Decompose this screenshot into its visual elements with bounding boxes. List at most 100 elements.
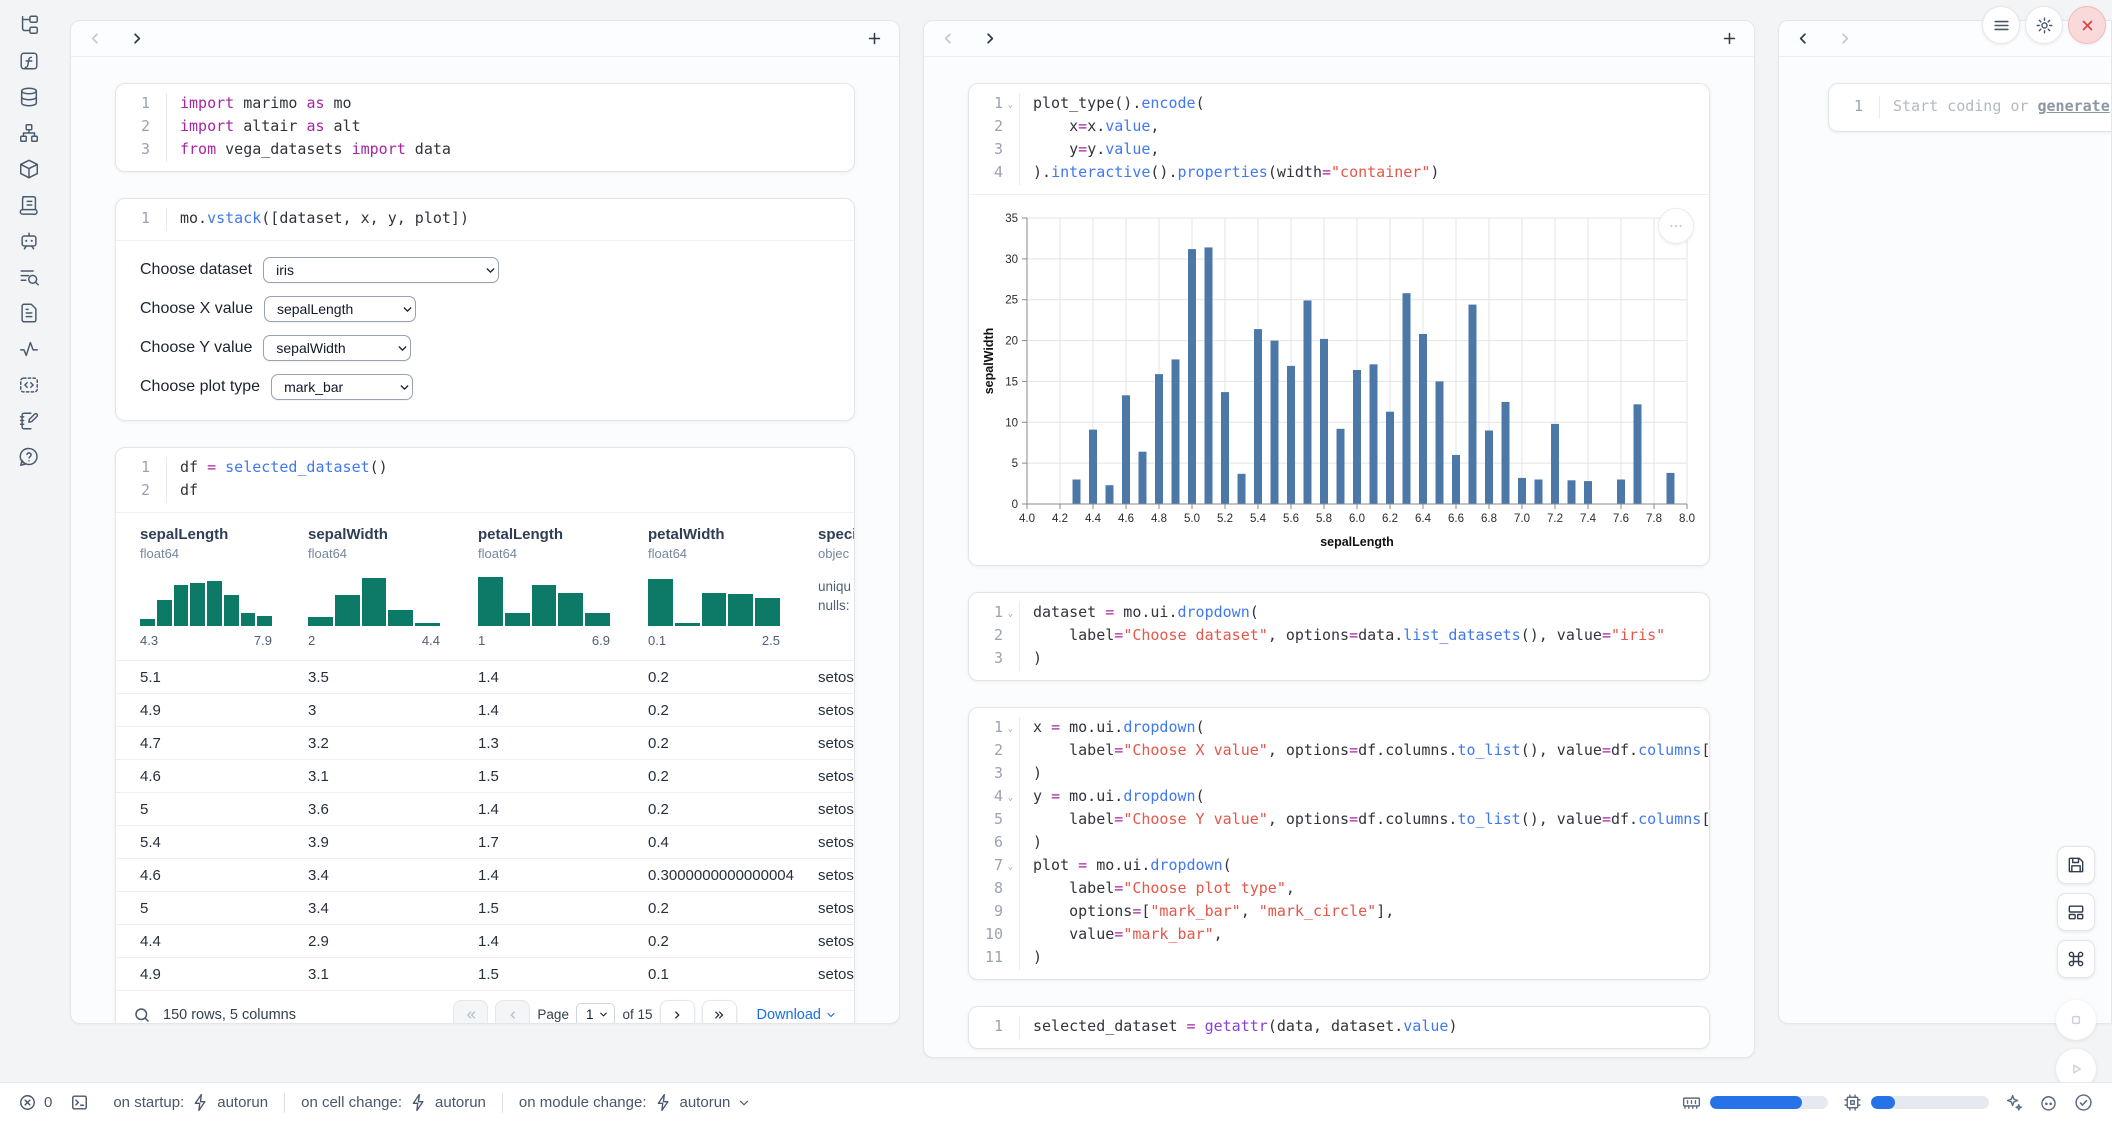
- code-editor[interactable]: 1⌄selected_dataset = getattr(data, datas…: [969, 1007, 1709, 1048]
- terminal-button[interactable]: [70, 1093, 89, 1112]
- assistant-icon[interactable]: [2038, 1092, 2059, 1113]
- page-range-label: of 15: [622, 1007, 652, 1022]
- column-header[interactable]: petalWidthfloat640.12.5: [648, 526, 818, 648]
- bar: [1568, 480, 1576, 504]
- search-icon[interactable]: [133, 1006, 151, 1024]
- column-header[interactable]: speciobjecuniqunulls:: [818, 526, 854, 648]
- line-number: 1⌄: [116, 457, 166, 480]
- choose-dataset-select[interactable]: iris: [263, 257, 499, 283]
- package-icon[interactable]: [18, 158, 40, 180]
- code-editor[interactable]: 1⌄import marimo as mo2⌄import altair as …: [116, 84, 854, 171]
- code-line: 3⌄): [969, 763, 1709, 786]
- chat-bot-icon[interactable]: [18, 230, 40, 252]
- fold-chevron-icon[interactable]: ⌄: [1003, 719, 1013, 740]
- bar: [1221, 392, 1229, 504]
- download-button[interactable]: Download: [757, 1007, 838, 1023]
- choose-plot-type-select[interactable]: mark_bar: [271, 374, 413, 400]
- column-header[interactable]: sepalWidthfloat6424.4: [308, 526, 478, 648]
- next-page-button[interactable]: [660, 1000, 695, 1024]
- table-cell: 0.2: [648, 768, 818, 785]
- fold-chevron-icon[interactable]: ⌄: [1003, 857, 1013, 878]
- chevron-left-icon[interactable]: [1795, 30, 1812, 47]
- fold-chevron-icon[interactable]: ⌄: [1003, 95, 1013, 116]
- fold-chevron-icon[interactable]: ⌄: [1003, 788, 1013, 809]
- add-cell-icon[interactable]: [866, 30, 883, 47]
- table-cell: 1.3: [478, 735, 648, 752]
- svg-text:6.4: 6.4: [1415, 513, 1432, 525]
- choose-y-value-select[interactable]: sepalWidth: [263, 335, 411, 361]
- svg-text:4.6: 4.6: [1118, 513, 1134, 525]
- selected-value: sepalWidth: [276, 340, 345, 356]
- stop-button[interactable]: [2056, 1000, 2096, 1040]
- terminal-icon: [70, 1093, 89, 1112]
- table-cell: 0.2: [648, 801, 818, 818]
- column-type: float64: [308, 546, 478, 561]
- on-startup-mode[interactable]: on startup: autorun: [113, 1093, 268, 1112]
- add-cell-icon[interactable]: [1721, 30, 1738, 47]
- errors-indicator[interactable]: 0: [18, 1093, 52, 1112]
- ram-usage: [1681, 1092, 1828, 1113]
- code-line: 1⌄dataset = mo.ui.dropdown(: [969, 602, 1709, 625]
- page-select[interactable]: 1: [576, 1003, 616, 1024]
- code-editor[interactable]: 1⌄mo.vstack([dataset, x, y, plot]): [116, 199, 854, 240]
- svg-text:6.2: 6.2: [1382, 513, 1398, 525]
- sitemap-icon[interactable]: [18, 122, 40, 144]
- column-header[interactable]: petalLengthfloat6416.9: [478, 526, 648, 648]
- scroll-icon[interactable]: [18, 194, 40, 216]
- save-button[interactable]: [2057, 846, 2095, 884]
- histogram-bar: [241, 613, 256, 626]
- menu-button[interactable]: [1982, 6, 2020, 44]
- chevron-down-icon: [388, 342, 401, 355]
- list-search-icon[interactable]: [18, 266, 40, 288]
- code-line: 2⌄ label="Choose dataset", options=data.…: [969, 625, 1709, 648]
- table-cell: 1.5: [478, 900, 648, 917]
- settings-button[interactable]: [2025, 6, 2063, 44]
- chevron-right-icon[interactable]: [1836, 30, 1853, 47]
- bar: [1667, 473, 1675, 504]
- histogram-range: 24.4: [308, 633, 440, 648]
- code-editor[interactable]: 1⌄x = mo.ui.dropdown(2⌄ label="Choose X …: [969, 708, 1709, 979]
- connection-status-icon[interactable]: [2073, 1092, 2094, 1113]
- column-header[interactable]: sepalLengthfloat644.37.9: [140, 526, 308, 648]
- on-cell-change-mode[interactable]: on cell change: autorun: [301, 1093, 486, 1112]
- chevron-right-icon[interactable]: [981, 30, 998, 47]
- prev-page-button[interactable]: [495, 1000, 530, 1024]
- close-panel-button[interactable]: [2068, 6, 2106, 44]
- chevron-left-icon[interactable]: [940, 30, 957, 47]
- code-editor[interactable]: 1⌄plot_type().encode(2⌄ x=x.value,3⌄ y=y…: [969, 84, 1709, 194]
- chart-menu-button[interactable]: [1658, 208, 1694, 244]
- notebook-pen-icon[interactable]: [18, 410, 40, 432]
- cpu-usage: [1842, 1092, 1989, 1113]
- layout-button[interactable]: [2057, 893, 2095, 931]
- on-module-change-mode[interactable]: on module change: autorun: [519, 1093, 751, 1112]
- bar: [1617, 480, 1625, 505]
- activity-icon[interactable]: [18, 338, 40, 360]
- table-cell: setos: [818, 867, 854, 884]
- code-text: plot = mo.ui.dropdown(: [1019, 855, 1709, 878]
- table-cell: 4.6: [140, 768, 308, 785]
- cpu-icon: [1842, 1092, 1863, 1113]
- document-icon[interactable]: [18, 302, 40, 324]
- file-tree-icon[interactable]: [18, 14, 40, 36]
- code-text: ).interactive().properties(width="contai…: [1019, 162, 1709, 185]
- code-editor[interactable]: 1⌄dataset = mo.ui.dropdown(2⌄ label="Cho…: [969, 593, 1709, 680]
- generate-link[interactable]: generate: [2038, 97, 2110, 115]
- fold-chevron-icon[interactable]: ⌄: [1003, 604, 1013, 625]
- function-square-icon[interactable]: [18, 50, 40, 72]
- database-icon[interactable]: [18, 86, 40, 108]
- command-palette-button[interactable]: [2057, 940, 2095, 978]
- last-page-button[interactable]: [702, 1000, 737, 1024]
- code-editor[interactable]: 1⌄ Start coding or generate with: [1829, 84, 2112, 131]
- first-page-button[interactable]: [453, 1000, 488, 1024]
- table-cell: 0.4: [648, 834, 818, 851]
- code-line: 6⌄): [969, 832, 1709, 855]
- chevron-left-icon[interactable]: [87, 30, 104, 47]
- table-cell: setos: [818, 702, 854, 719]
- code-editor[interactable]: 1⌄df = selected_dataset()2⌄df: [116, 448, 854, 512]
- chevron-right-icon[interactable]: [128, 30, 145, 47]
- ai-sparkles-icon[interactable]: [2003, 1092, 2024, 1113]
- choose-x-value-select[interactable]: sepalLength: [264, 296, 416, 322]
- code-snippet-icon[interactable]: [18, 374, 40, 396]
- help-chat-icon[interactable]: [18, 446, 40, 468]
- bolt-icon: [191, 1093, 210, 1112]
